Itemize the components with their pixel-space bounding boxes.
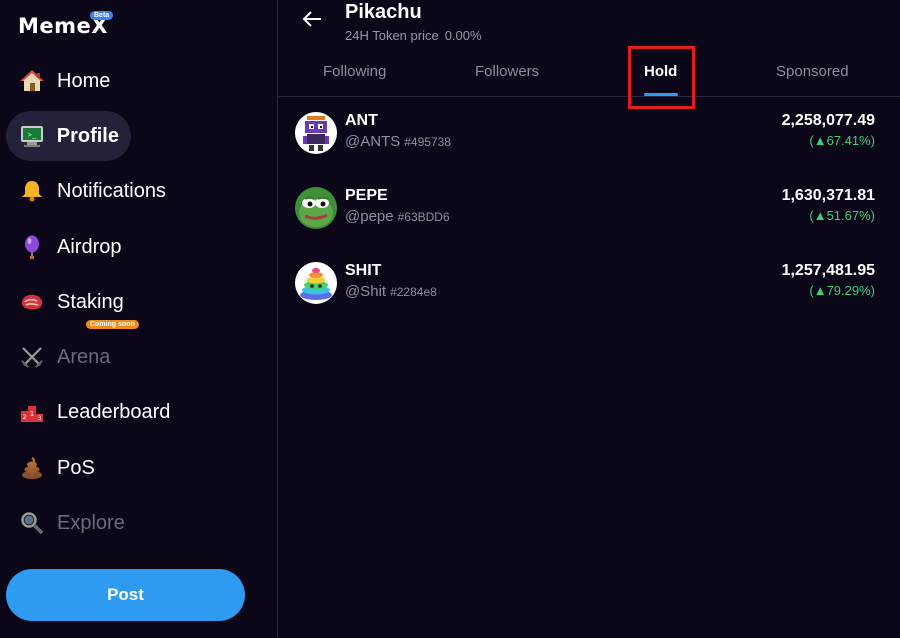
sidebar-item-label: Notifications — [57, 179, 166, 202]
token-id: #495738 — [404, 135, 451, 149]
token-handle: @Shit #2284e8 — [345, 283, 437, 300]
back-arrow-icon[interactable] — [301, 8, 323, 30]
tab-followers[interactable]: Followers — [475, 63, 539, 80]
house-icon — [18, 67, 46, 95]
token-handle-text: @Shit — [345, 283, 387, 300]
holding-value: 1,257,481.95 — [781, 262, 875, 279]
meat-icon — [18, 288, 46, 316]
pepe-frog-avatar — [295, 187, 337, 229]
sidebar-item-label: Home — [57, 69, 111, 92]
poop-icon — [18, 454, 46, 482]
holding-change: (▲79.29%) — [809, 283, 875, 298]
beta-badge: Beta — [90, 11, 114, 20]
rainbow-poop-avatar — [295, 262, 337, 304]
token-name: PEPE — [345, 187, 388, 204]
pixel-ant-avatar — [295, 112, 337, 154]
holding-value: 2,258,077.49 — [781, 112, 875, 129]
podium-icon: 12 3 — [18, 398, 46, 426]
sidebar-item-label: Explore — [57, 511, 125, 534]
sidebar-item-profile[interactable]: >_ Profile — [6, 111, 131, 161]
page-title: Pikachu — [345, 1, 422, 23]
holding-value: 1,630,371.81 — [781, 187, 875, 204]
holding-change: (▲51.67%) — [809, 208, 875, 223]
sidebar-item-explore[interactable]: Explore — [6, 498, 137, 548]
token-price-label: 24H Token price — [345, 28, 439, 43]
sidebar-item-label: PoS — [57, 456, 95, 479]
bell-icon — [18, 177, 46, 205]
holding-row[interactable]: SHIT @Shit #2284e8 1,257,481.95 (▲79.29%) — [295, 262, 875, 310]
coming-soon-badge: Coming soon — [86, 320, 139, 329]
holding-change: (▲67.41%) — [809, 133, 875, 148]
balloon-icon — [18, 233, 46, 261]
svg-text:2: 2 — [23, 414, 27, 421]
token-handle: @ANTS #495738 — [345, 133, 451, 150]
sidebar-item-label: Profile — [56, 124, 119, 147]
token-id: #2284e8 — [390, 285, 437, 299]
sidebar-item-home[interactable]: Home — [6, 56, 122, 106]
sidebar-item-arena[interactable]: Arena Coming soon — [6, 320, 139, 382]
token-name: ANT — [345, 112, 378, 129]
sidebar-item-label: Arena — [57, 345, 111, 368]
token-handle-text: @ANTS — [345, 133, 401, 150]
sidebar-item-pos[interactable]: PoS — [6, 443, 107, 493]
token-id: #63BDD6 — [397, 210, 450, 224]
sidebar-item-label: Airdrop — [57, 235, 122, 258]
sidebar-item-notifications[interactable]: Notifications — [6, 166, 178, 216]
magnifier-icon — [18, 509, 46, 537]
sidebar-item-airdrop[interactable]: Airdrop — [6, 222, 133, 272]
svg-text:>_: >_ — [28, 131, 37, 139]
token-price-value: 0.00% — [444, 28, 482, 43]
holding-row[interactable]: ANT @ANTS #495738 2,258,077.49 (▲67.41%) — [295, 112, 875, 160]
tab-following[interactable]: Following — [323, 63, 386, 80]
main-panel: Pikachu 24H Token price 0.00% Following F… — [279, 0, 900, 638]
highlight-box — [628, 46, 695, 109]
token-price-subtitle: 24H Token price 0.00% — [345, 28, 482, 43]
sidebar-item-label: Leaderboard — [57, 400, 171, 423]
profile-tabs: Following Followers Hold Sponsored — [279, 52, 900, 97]
app-root: MemeX Beta Home >_ Profile Notifications… — [0, 0, 900, 638]
crossed-swords-icon — [18, 343, 46, 371]
post-button[interactable]: Post — [6, 569, 245, 621]
sidebar: MemeX Beta Home >_ Profile Notifications… — [0, 0, 278, 638]
holding-row[interactable]: PEPE @pepe #63BDD6 1,630,371.81 (▲51.67%) — [295, 187, 875, 235]
svg-text:1: 1 — [30, 410, 34, 418]
sidebar-item-leaderboard[interactable]: 12 3 Leaderboard — [6, 387, 182, 437]
computer-icon: >_ — [18, 122, 46, 150]
token-handle-text: @pepe — [345, 208, 394, 225]
token-handle: @pepe #63BDD6 — [345, 208, 450, 225]
sidebar-item-label: Staking — [57, 290, 124, 313]
token-name: SHIT — [345, 262, 382, 279]
svg-text:3: 3 — [38, 415, 42, 422]
tab-sponsored[interactable]: Sponsored — [776, 63, 849, 80]
